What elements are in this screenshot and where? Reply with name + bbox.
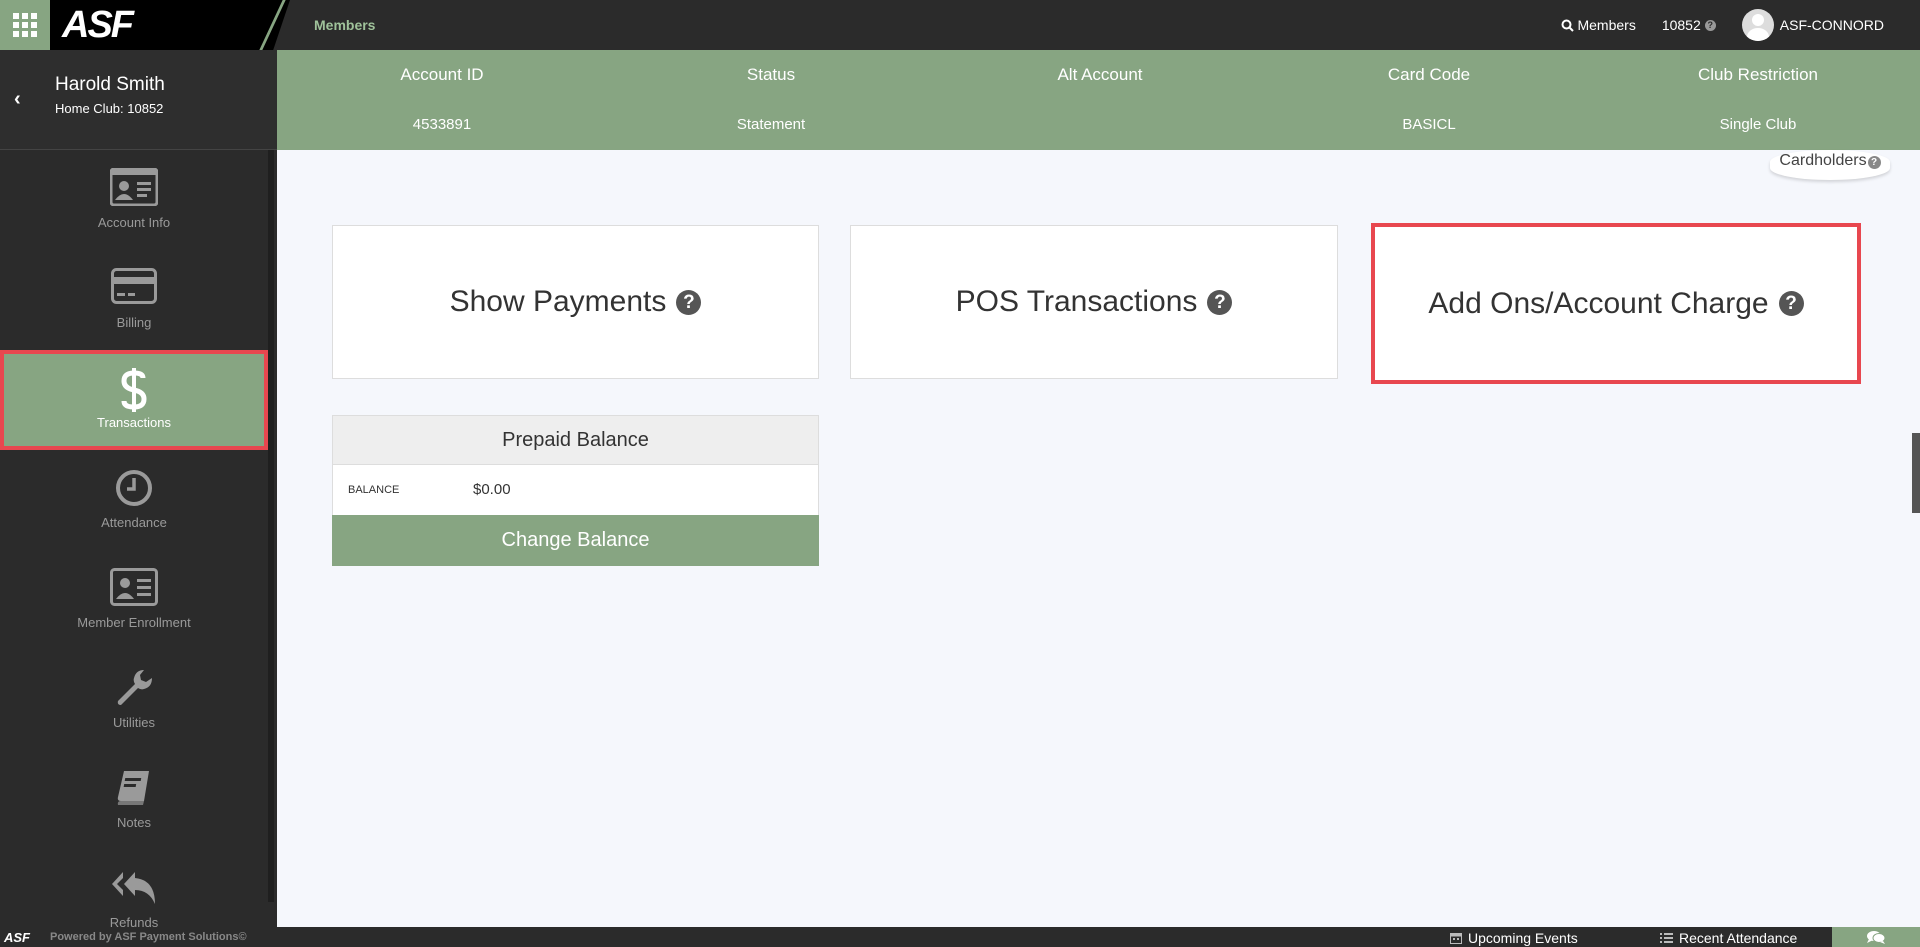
chat-icon xyxy=(1867,931,1886,944)
sidebar: Account Info Billing Transactions Attend… xyxy=(0,150,277,930)
home-club: Home Club: 10852 xyxy=(55,101,164,116)
show-payments-card[interactable]: Show Payments ? xyxy=(332,225,819,379)
calendar-icon xyxy=(1450,933,1462,944)
prepaid-balance-title: Prepaid Balance xyxy=(332,415,819,465)
wrench-icon xyxy=(0,668,268,708)
status-label: Status xyxy=(746,65,796,84)
card-code-value: BASICL xyxy=(1402,116,1456,133)
pos-transactions-card[interactable]: POS Transactions ? xyxy=(850,225,1338,379)
account-summary: Account ID 4533891 Status Statement Alt … xyxy=(277,50,1920,150)
member-name: Harold Smith xyxy=(55,74,165,95)
card-label: Add Ons/Account Charge xyxy=(1428,286,1769,320)
recent-attendance-link[interactable]: Recent Attendance xyxy=(1660,930,1797,946)
club-restriction-label: Club Restriction xyxy=(1698,65,1818,84)
members-label: Members xyxy=(1577,17,1636,33)
alt-account-label: Alt Account xyxy=(1057,65,1143,84)
account-id-value: 4533891 xyxy=(412,116,472,133)
cardholders-button[interactable]: Cardholders? xyxy=(1770,150,1890,180)
help-icon[interactable]: ? xyxy=(1778,291,1804,316)
footer: ASF Powered by ASF Payment Solutions© Up… xyxy=(0,927,1920,947)
card-code-label: Card Code xyxy=(1387,65,1471,84)
change-balance-button[interactable]: Change Balance xyxy=(332,515,819,566)
sidebar-item-notes[interactable]: Notes xyxy=(0,750,268,850)
reply-all-icon xyxy=(0,868,268,908)
user-name: ASF-CONNORD xyxy=(1779,17,1884,33)
sidebar-item-label: Transactions xyxy=(97,415,171,430)
members-search-link[interactable]: Members xyxy=(1561,17,1636,33)
upcoming-events-link[interactable]: Upcoming Events xyxy=(1450,930,1578,946)
status-value: Statement xyxy=(736,116,806,133)
grid-icon xyxy=(13,13,37,37)
top-right-controls: Members 10852 ? ASF-CONNORD xyxy=(1535,0,1884,50)
chevron-left-icon[interactable]: ‹ xyxy=(14,88,21,111)
page-scrollbar[interactable] xyxy=(1912,433,1920,513)
prepaid-balance-panel: Prepaid Balance BALANCE $0.00 Change Bal… xyxy=(332,415,819,566)
avatar xyxy=(1741,9,1774,41)
credit-card-icon xyxy=(0,268,268,308)
apps-grid-button[interactable] xyxy=(0,0,50,50)
sidebar-item-label: Attendance xyxy=(101,515,167,530)
card-label: POS Transactions xyxy=(955,285,1198,318)
enrollment-icon xyxy=(0,568,268,608)
help-icon[interactable]: ? xyxy=(1207,289,1233,315)
club-selector[interactable]: 10852 ? xyxy=(1662,17,1716,33)
sidebar-item-attendance[interactable]: Attendance xyxy=(0,450,268,550)
book-icon xyxy=(0,768,268,808)
clock-icon xyxy=(0,468,268,508)
id-card-icon xyxy=(0,168,268,208)
help-icon[interactable]: ? xyxy=(1704,19,1716,31)
balance-value: $0.00 xyxy=(473,481,511,498)
sidebar-item-billing[interactable]: Billing xyxy=(0,250,268,350)
help-icon[interactable]: ? xyxy=(676,289,702,315)
sidebar-item-member-enrollment[interactable]: Member Enrollment xyxy=(0,550,268,650)
recent-attendance-label: Recent Attendance xyxy=(1679,930,1798,946)
sidebar-item-label: Utilities xyxy=(113,715,155,730)
account-id-label: Account ID xyxy=(400,65,484,84)
sidebar-item-utilities[interactable]: Utilities xyxy=(0,650,268,750)
upcoming-events-label: Upcoming Events xyxy=(1468,930,1578,946)
top-bar: ASF Members Members 10852 ? ASF-CONNORD xyxy=(0,0,1920,50)
balance-label: BALANCE xyxy=(348,484,400,496)
card-label: Show Payments xyxy=(449,285,667,318)
sidebar-item-account-info[interactable]: Account Info xyxy=(0,150,268,250)
search-icon xyxy=(1561,19,1575,32)
dollar-icon xyxy=(4,368,264,412)
help-icon[interactable]: ? xyxy=(1867,156,1881,169)
chat-button[interactable] xyxy=(1832,927,1920,947)
sidebar-item-label: Notes xyxy=(117,815,151,830)
sidebar-item-label: Billing xyxy=(116,315,152,330)
sidebar-item-label: Member Enrollment xyxy=(77,615,191,630)
sidebar-item-transactions[interactable]: Transactions xyxy=(0,350,268,450)
add-ons-account-charge-card[interactable]: Add Ons/Account Charge ? xyxy=(1371,223,1861,384)
list-icon xyxy=(1660,933,1673,943)
cardholders-label: Cardholders xyxy=(1779,152,1867,169)
balance-row: BALANCE $0.00 xyxy=(332,465,819,515)
powered-by: Powered by ASF Payment Solutions© xyxy=(50,931,247,943)
footer-logo: ASF xyxy=(4,930,30,945)
sidebar-item-label: Account Info xyxy=(97,215,171,230)
member-header: ‹ Harold Smith Home Club: 10852 xyxy=(0,50,277,150)
asf-logo[interactable]: ASF xyxy=(62,4,134,47)
sidebar-scrollbar[interactable] xyxy=(268,150,274,902)
club-restriction-value: Single Club xyxy=(1719,116,1797,133)
club-id: 10852 xyxy=(1661,17,1701,33)
breadcrumb[interactable]: Members xyxy=(314,17,375,33)
user-menu[interactable]: ASF-CONNORD xyxy=(1741,9,1884,41)
